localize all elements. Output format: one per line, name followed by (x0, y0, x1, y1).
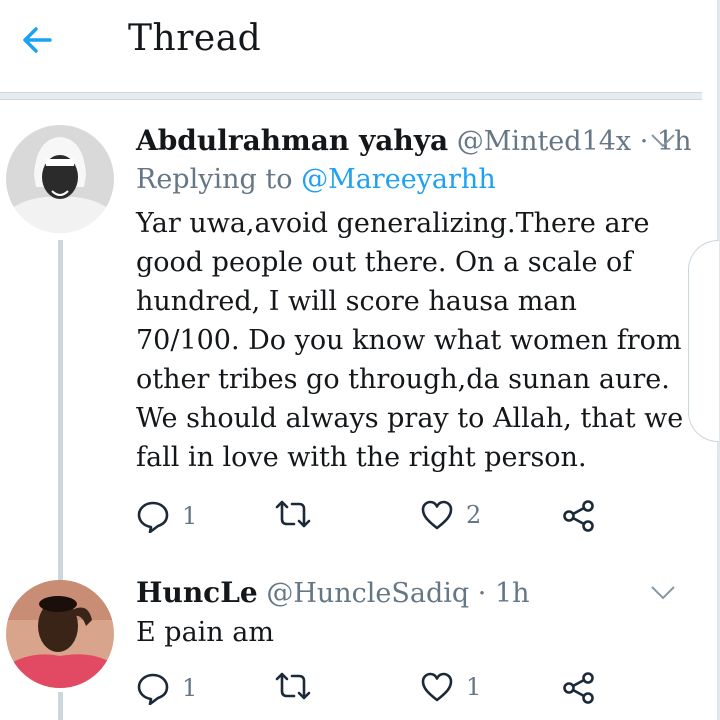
thread-connector-line (58, 692, 63, 720)
share-icon (563, 672, 594, 704)
heart-icon (421, 500, 453, 530)
tweet-actions: 1 1 (136, 671, 616, 707)
tweet-actions: 1 2 (136, 499, 616, 535)
tweet-meta: Abdulrahman yahya @Minted14x · 1h (136, 124, 692, 157)
reply-count: 1 (182, 502, 198, 530)
arrow-left-icon[interactable] (20, 22, 56, 58)
avatar[interactable] (6, 125, 114, 233)
retweet-icon (275, 500, 311, 528)
like-button[interactable]: 1 (420, 671, 481, 703)
share-button[interactable] (562, 671, 596, 705)
mention-link[interactable]: @Mareeyarhh (301, 164, 496, 195)
replying-to: Replying to @Mareeyarhh (136, 164, 496, 195)
tweet-meta: HuncLe @HuncleSadiq · 1h (136, 576, 530, 609)
replying-to-label: Replying to (136, 164, 302, 195)
header-bar: Thread (0, 0, 720, 92)
author-handle[interactable]: @Minted14x (457, 126, 631, 157)
scroll-handle[interactable] (688, 240, 719, 442)
reply-icon (137, 673, 169, 705)
share-button[interactable] (562, 499, 596, 533)
reply-icon (137, 501, 169, 533)
retweet-icon (275, 672, 311, 700)
heart-icon (421, 672, 453, 702)
reply-button[interactable]: 1 (136, 671, 197, 705)
author-name[interactable]: Abdulrahman yahya (136, 124, 448, 157)
tweet-text: Yar uwa,avoid generalizing.There are goo… (136, 208, 684, 473)
share-icon (563, 500, 594, 532)
thread-connector-line (58, 240, 63, 585)
like-count: 2 (466, 501, 482, 529)
author-name[interactable]: HuncLe (136, 576, 258, 609)
avatar[interactable] (6, 580, 114, 688)
tweet-time: 1h (494, 578, 530, 609)
retweet-button[interactable] (274, 671, 324, 701)
chevron-down-icon[interactable] (650, 584, 676, 602)
header-divider (0, 92, 702, 100)
dot-separator: · (477, 578, 495, 609)
author-handle[interactable]: @HuncleSadiq (266, 578, 469, 609)
tweet-text: E pain am (136, 617, 274, 648)
reply-button[interactable]: 1 (136, 499, 197, 533)
page-title: Thread (128, 18, 262, 59)
reply-count: 1 (182, 674, 198, 702)
chevron-down-icon[interactable] (650, 132, 676, 150)
like-count: 1 (466, 673, 482, 701)
like-button[interactable]: 2 (420, 499, 481, 531)
retweet-button[interactable] (274, 499, 324, 529)
